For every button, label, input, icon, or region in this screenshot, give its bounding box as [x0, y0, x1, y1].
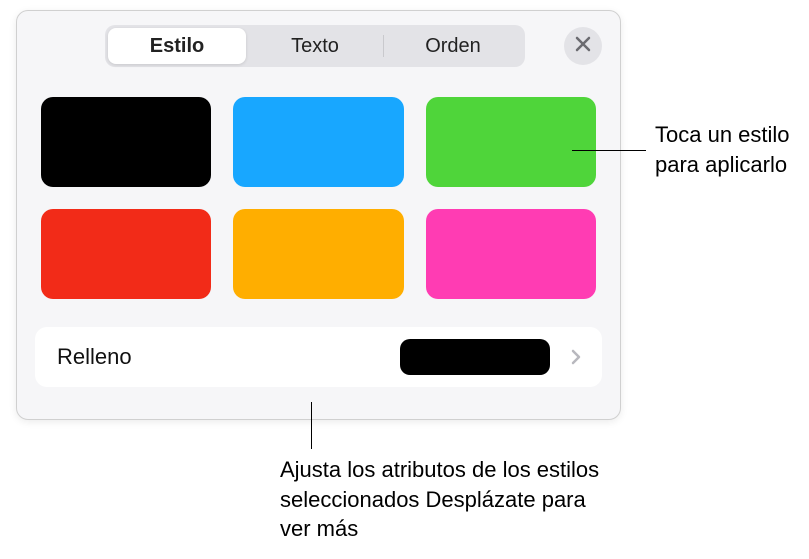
- callout-tap-style: Toca un estilo para aplicarlo: [655, 120, 805, 179]
- close-icon: [574, 35, 592, 58]
- tab-text[interactable]: Texto: [246, 28, 384, 64]
- fill-color-preview: [400, 339, 550, 375]
- style-swatch[interactable]: [41, 209, 211, 299]
- tab-style-label: Estilo: [150, 35, 204, 58]
- callout-adjust-attributes: Ajusta los atributos de los estilos sele…: [280, 455, 600, 544]
- tab-order[interactable]: Orden: [384, 28, 522, 64]
- tab-style[interactable]: Estilo: [108, 28, 246, 64]
- style-swatch[interactable]: [426, 209, 596, 299]
- fill-label: Relleno: [57, 344, 388, 370]
- style-swatch[interactable]: [41, 97, 211, 187]
- tab-segmented-control: Estilo Texto Orden: [105, 25, 525, 67]
- style-swatch[interactable]: [426, 97, 596, 187]
- style-swatch-grid: [35, 97, 602, 299]
- style-panel: Estilo Texto Orden Relleno: [16, 10, 621, 420]
- tab-text-label: Texto: [291, 35, 339, 58]
- callout-leader: [572, 150, 646, 151]
- chevron-right-icon: [566, 347, 586, 367]
- style-swatch[interactable]: [233, 209, 403, 299]
- close-button[interactable]: [564, 27, 602, 65]
- panel-header: Estilo Texto Orden: [35, 25, 602, 67]
- style-swatch[interactable]: [233, 97, 403, 187]
- tab-order-label: Orden: [425, 35, 481, 58]
- callout-leader: [311, 402, 312, 449]
- fill-row[interactable]: Relleno: [35, 327, 602, 387]
